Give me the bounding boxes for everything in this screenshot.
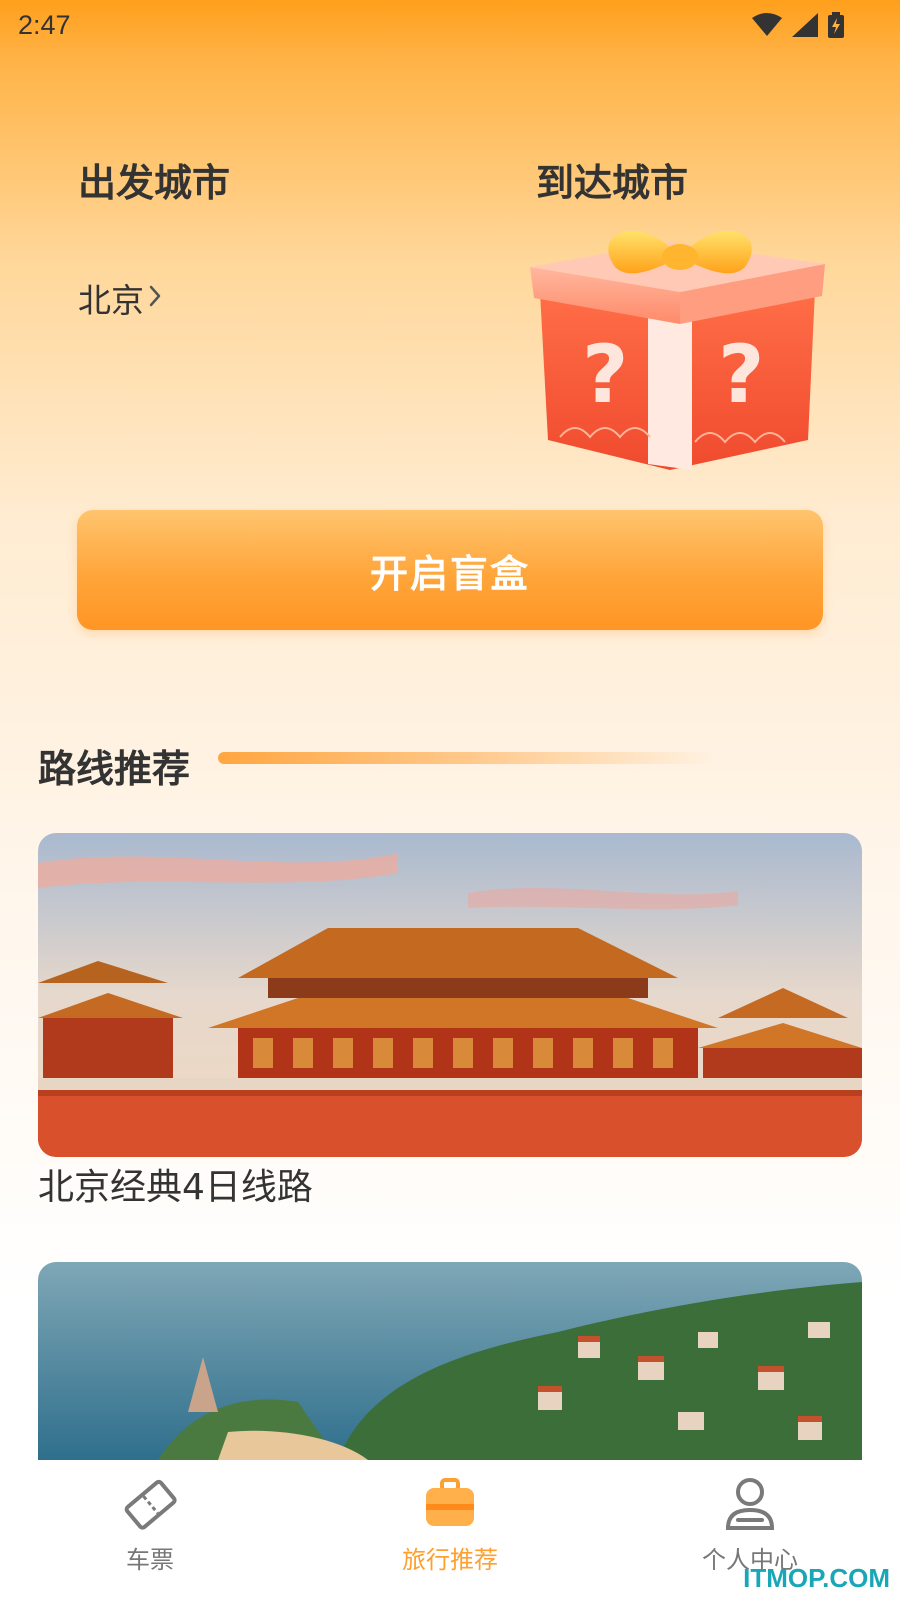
section-title-underline bbox=[218, 752, 718, 764]
svg-text:?: ? bbox=[582, 328, 628, 421]
tab-personal-center[interactable]: 个人中心 bbox=[650, 1474, 850, 1575]
depart-city-label: 出发城市 bbox=[78, 161, 231, 205]
status-time: 2:47 bbox=[18, 9, 71, 40]
coastal-town-photo bbox=[38, 1262, 862, 1460]
route-card[interactable] bbox=[38, 1262, 862, 1460]
route-card[interactable]: 北京经典4日线路 bbox=[38, 833, 862, 1213]
open-blind-box-label: 开启盲盒 bbox=[369, 551, 530, 596]
route-name: 北京经典4日线路 bbox=[38, 1167, 313, 1208]
depart-city-value: 北京 bbox=[78, 281, 144, 320]
status-icons bbox=[752, 12, 844, 38]
ticket-icon bbox=[120, 1474, 180, 1534]
watermark: ITMOP.COM bbox=[743, 1563, 890, 1593]
status-bar: 2:47 bbox=[0, 0, 900, 50]
tab-label: 旅行推荐 bbox=[402, 1546, 498, 1574]
mystery-gift-box-icon[interactable]: ? ? bbox=[530, 212, 830, 482]
section-title-route-recommend: 路线推荐 bbox=[38, 747, 191, 791]
battery-charging-icon bbox=[828, 12, 844, 38]
tab-label: 车票 bbox=[126, 1546, 174, 1574]
person-icon bbox=[720, 1474, 780, 1534]
signal-icon bbox=[792, 13, 818, 37]
tab-travel-recommend[interactable]: 旅行推荐 bbox=[350, 1474, 550, 1575]
tab-tickets[interactable]: 车票 bbox=[50, 1474, 250, 1575]
svg-text:?: ? bbox=[718, 328, 764, 421]
open-blind-box-button[interactable]: 开启盲盒 bbox=[77, 510, 823, 630]
chevron-right-icon bbox=[146, 281, 164, 315]
depart-city-selector[interactable]: 北京 bbox=[78, 274, 164, 322]
arrive-city-label: 到达城市 bbox=[536, 161, 689, 205]
wifi-icon bbox=[752, 13, 782, 37]
forbidden-city-photo bbox=[38, 833, 862, 1157]
suitcase-icon bbox=[420, 1474, 480, 1534]
